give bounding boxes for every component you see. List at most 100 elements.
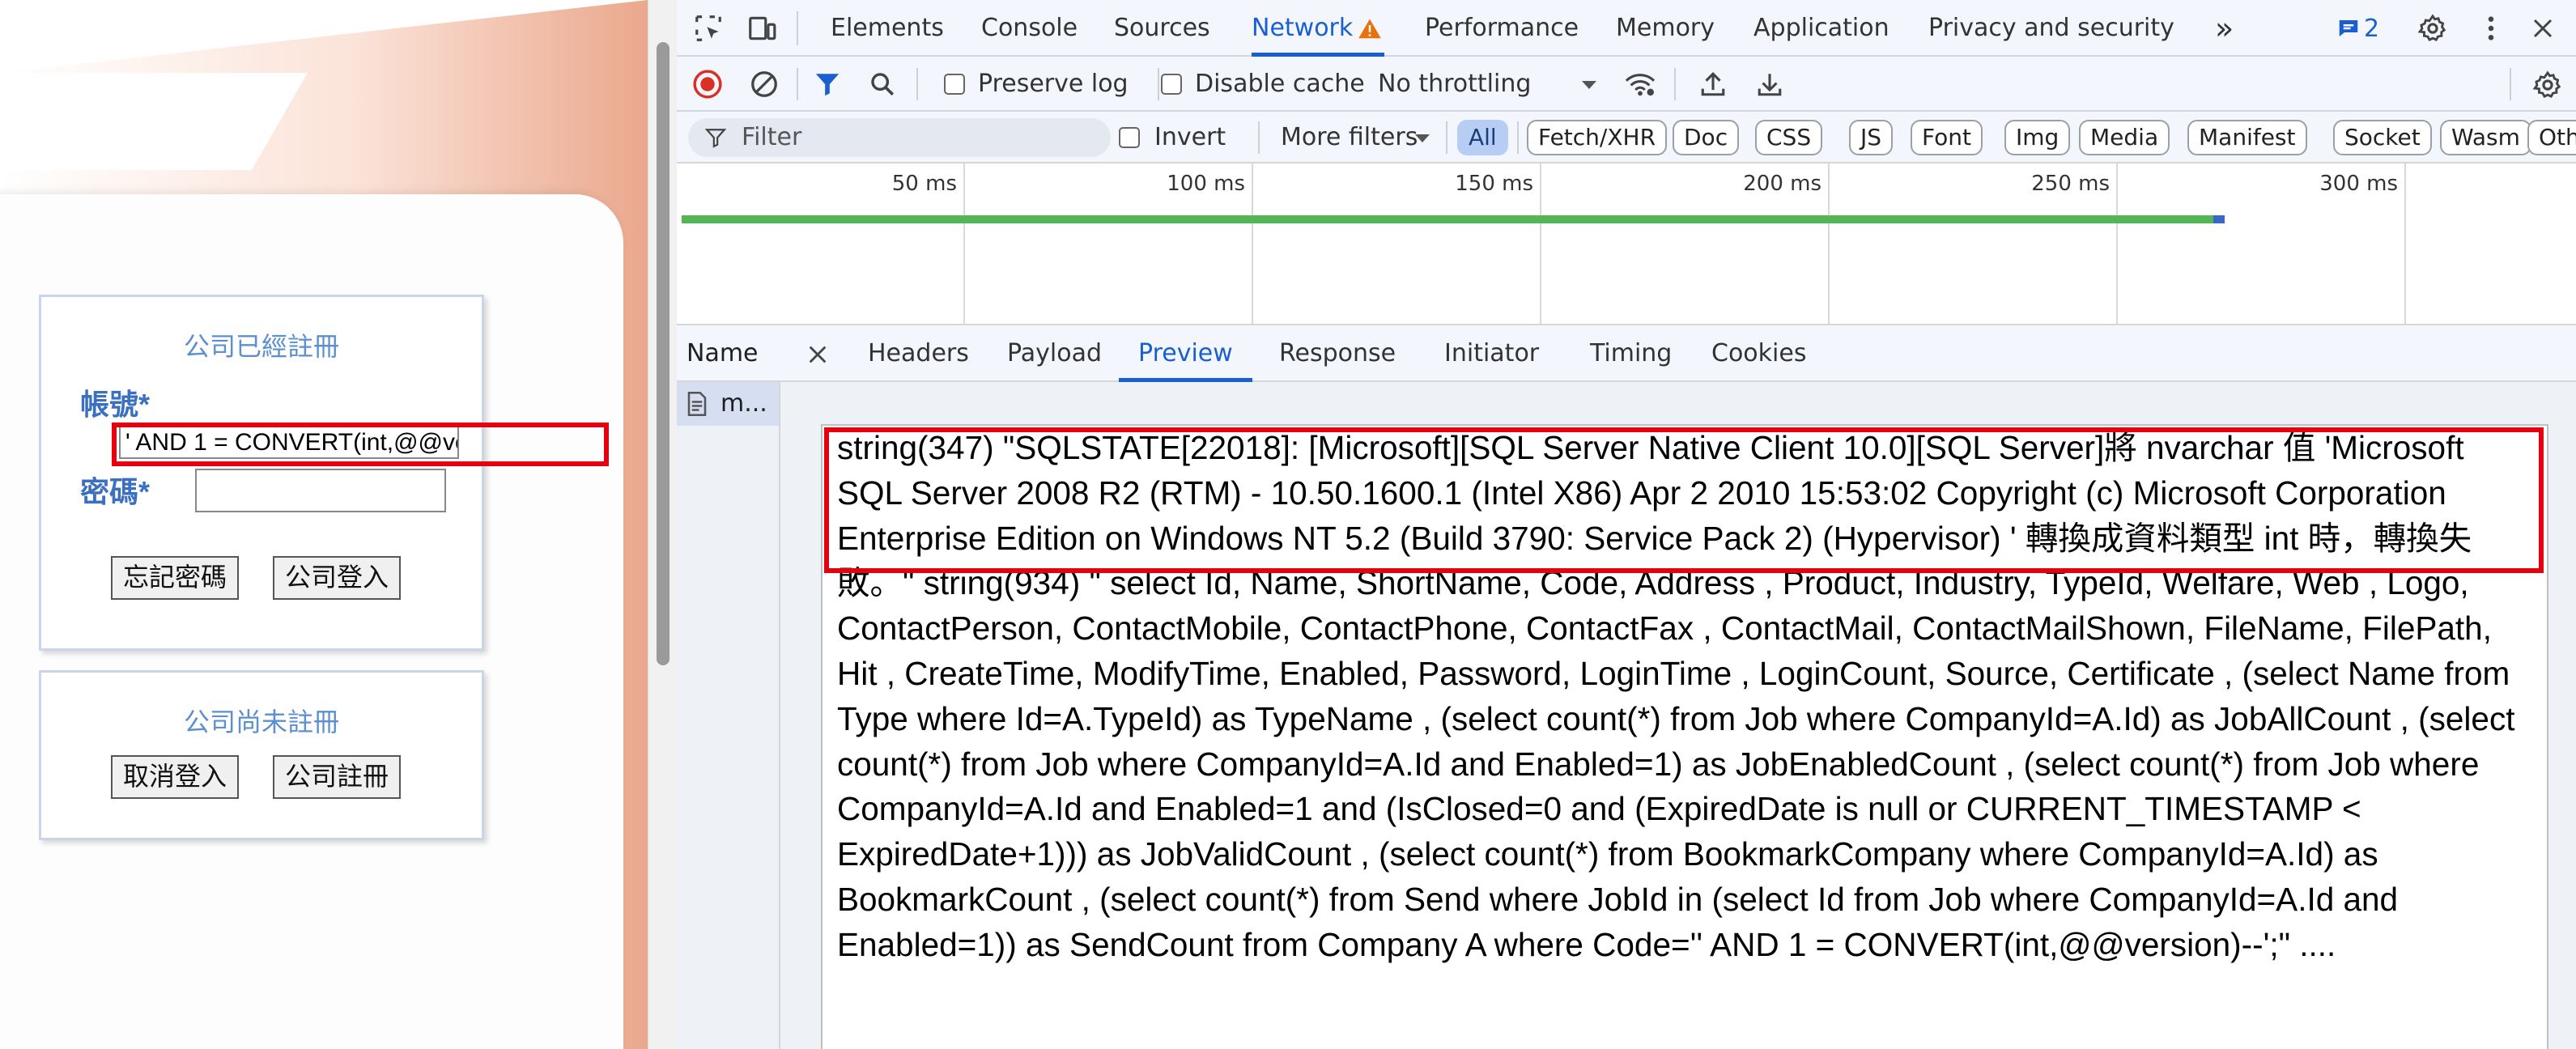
devtools-tab-bar: Elements Console Sources Network Perform… (677, 0, 2576, 57)
record-stop-icon[interactable] (691, 68, 724, 100)
tab-preview[interactable]: Preview (1119, 325, 1252, 382)
filter-funnel-icon (703, 125, 729, 151)
account-label: 帳號* (80, 388, 151, 421)
tick-label: 100 ms (1167, 172, 1245, 196)
close-detail-icon[interactable] (803, 340, 832, 369)
invert-checkbox[interactable] (1119, 127, 1140, 148)
network-toolbar: Preserve log Disable cache No throttling (677, 57, 2576, 112)
more-filters-chevron-icon[interactable] (1410, 126, 1435, 151)
tab-cookies[interactable]: Cookies (1711, 325, 1806, 382)
tab-console[interactable]: Console (981, 0, 1078, 57)
type-filter-js[interactable]: JS (1849, 120, 1894, 155)
request-row[interactable]: m... (677, 382, 779, 426)
tab-headers[interactable]: Headers (868, 325, 969, 382)
devtools-panel: Elements Console Sources Network Perform… (677, 0, 2576, 1049)
issues-icon (2336, 16, 2361, 40)
type-filter-manifest[interactable]: Manifest (2187, 120, 2307, 155)
registered-title: 公司已經註冊 (183, 332, 339, 361)
type-filter-font[interactable]: Font (1911, 120, 1983, 155)
account-input[interactable]: ' AND 1 = CONVERT(int,@@version)-- (119, 425, 459, 459)
page-scrollbar[interactable] (648, 0, 677, 1049)
issues-count: 2 (2364, 14, 2380, 43)
tab-performance[interactable]: Performance (1425, 0, 1579, 57)
scrollbar-thumb[interactable] (657, 42, 670, 665)
toolbar-separator (1674, 68, 1676, 100)
tick-line (2116, 164, 2118, 325)
preview-panel: string(347) "SQLSTATE[22018]: [Microsoft… (780, 382, 2576, 1049)
type-filter-css[interactable]: CSS (1755, 120, 1823, 155)
throttling-select[interactable]: No throttling (1378, 57, 1531, 112)
preserve-log-label: Preserve log (978, 70, 1129, 98)
request-name: m... (721, 389, 767, 418)
password-input[interactable] (195, 469, 446, 512)
network-filter-bar: Filter Invert More filters All Fetch/XHR… (677, 112, 2576, 164)
upload-icon[interactable] (1697, 68, 1729, 100)
company-register-button[interactable]: 公司註冊 (273, 755, 401, 799)
toolbar-separator (2510, 68, 2511, 100)
tab-separator (797, 11, 798, 45)
type-filter-doc[interactable]: Doc (1673, 120, 1740, 155)
funnel-icon[interactable] (811, 68, 844, 100)
type-filter-img[interactable]: Img (2004, 120, 2071, 155)
more-tabs-button[interactable]: » (2215, 0, 2234, 57)
issues-button[interactable]: 2 (2336, 13, 2393, 44)
settings-gear-icon[interactable] (2416, 11, 2450, 45)
type-filter-socket[interactable]: Socket (2333, 120, 2432, 155)
type-filter-wasm[interactable]: Wasm (2440, 120, 2531, 155)
toolbar-separator (1158, 68, 1159, 100)
tab-elements[interactable]: Elements (831, 0, 944, 57)
tick-line (2404, 164, 2406, 325)
download-icon[interactable] (1753, 68, 1786, 100)
network-overview-timeline[interactable]: 50 ms 100 ms 150 ms 200 ms 250 ms 300 ms (677, 164, 2576, 325)
tab-network[interactable]: Network (1252, 0, 1384, 57)
type-filter-media[interactable]: Media (2079, 120, 2170, 155)
type-filter-other[interactable]: Other (2527, 120, 2576, 155)
tab-timing[interactable]: Timing (1590, 325, 1672, 382)
filter-separator (1258, 121, 1260, 154)
network-settings-gear-icon[interactable] (2531, 68, 2565, 102)
tab-payload[interactable]: Payload (1007, 325, 1102, 382)
filter-separator (1446, 121, 1447, 154)
tab-response[interactable]: Response (1279, 325, 1396, 382)
cancel-login-button[interactable]: 取消登入 (111, 755, 239, 799)
tab-application[interactable]: Application (1753, 0, 1889, 57)
tick-label: 200 ms (1743, 172, 1821, 196)
tick-line (1540, 164, 1541, 325)
company-login-button[interactable]: 公司登入 (273, 556, 401, 600)
kebab-menu-icon[interactable] (2474, 11, 2508, 45)
tab-network-label: Network (1252, 14, 1354, 42)
name-column-header[interactable]: Name (677, 325, 780, 382)
tab-privacy-and-security[interactable]: Privacy and security (1928, 0, 2174, 57)
filter-input[interactable]: Filter (688, 118, 1111, 157)
filter-placeholder: Filter (742, 123, 802, 151)
error-highlight-box (824, 427, 2544, 573)
filter-separator (1517, 121, 1519, 154)
tab-memory[interactable]: Memory (1616, 0, 1715, 57)
disable-cache-checkbox[interactable] (1161, 74, 1182, 95)
forgot-password-button[interactable]: 忘記密碼 (111, 556, 239, 600)
web-page: 公司已經註冊 帳號* ' AND 1 = CONVERT(int,@@versi… (0, 0, 648, 1049)
tab-sources[interactable]: Sources (1114, 0, 1210, 57)
chevron-down-icon[interactable] (1577, 73, 1601, 97)
close-devtools-icon[interactable] (2526, 11, 2560, 45)
device-toolbar-icon[interactable] (745, 11, 779, 45)
unregistered-company-box: 公司尚未註冊 取消登入 公司註冊 (39, 670, 484, 840)
disable-cache-label: Disable cache (1195, 70, 1365, 98)
select-element-icon[interactable] (691, 11, 725, 45)
request-detail-tabs: Headers Payload Preview Response Initiat… (780, 325, 2576, 382)
request-timing-bar (682, 215, 2218, 223)
type-filter-fetch-xhr[interactable]: Fetch/XHR (1527, 120, 1668, 155)
tick-line (1252, 164, 1253, 325)
type-filter-all[interactable]: All (1457, 120, 1508, 155)
toolbar-separator (916, 68, 918, 100)
unregistered-title: 公司尚未註冊 (183, 707, 339, 737)
search-icon[interactable] (866, 68, 899, 100)
tick-label: 50 ms (891, 172, 957, 196)
invert-label: Invert (1154, 123, 1226, 151)
tick-line (1828, 164, 1830, 325)
tab-initiator[interactable]: Initiator (1444, 325, 1539, 382)
clear-icon[interactable] (748, 68, 780, 100)
more-filters-button[interactable]: More filters (1281, 112, 1418, 164)
network-conditions-icon[interactable] (1622, 68, 1658, 100)
preserve-log-checkbox[interactable] (944, 74, 965, 95)
